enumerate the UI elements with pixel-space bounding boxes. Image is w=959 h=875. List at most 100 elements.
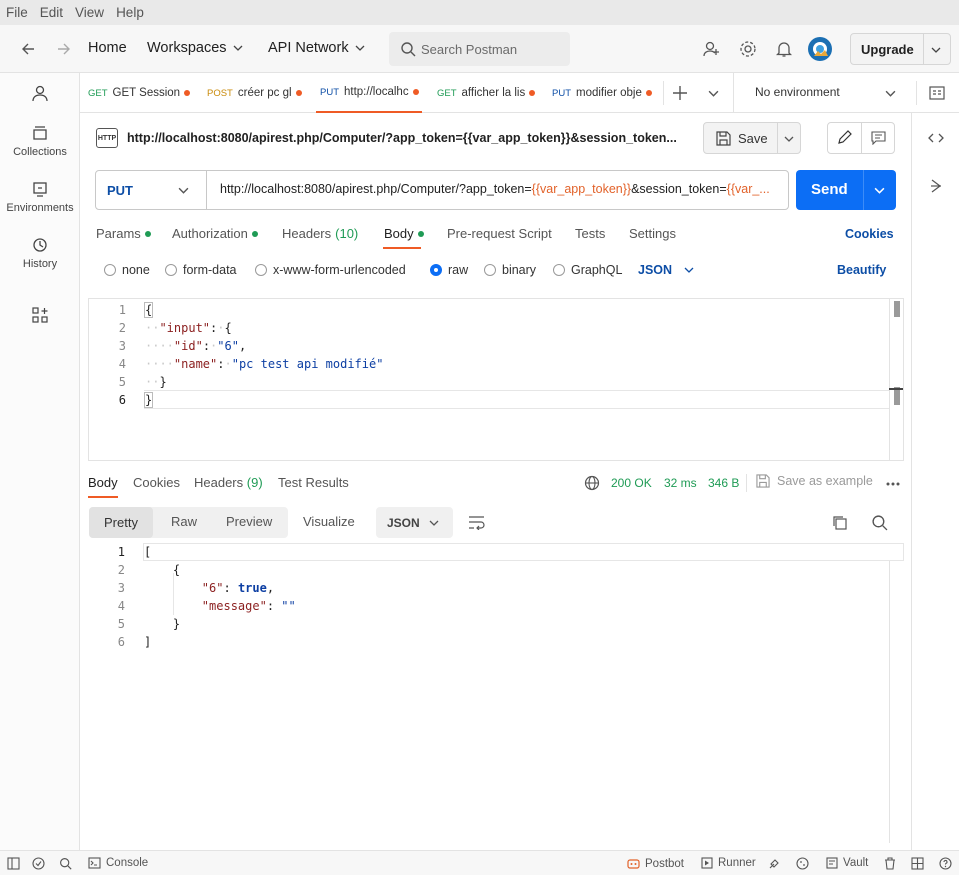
sidebar-item-environments[interactable]: Environments [0, 181, 80, 214]
send-button[interactable]: Send [796, 170, 896, 210]
code-line: "6": true, [201, 581, 275, 595]
sidebar-item-history[interactable]: History [0, 237, 80, 270]
globe-icon[interactable] [584, 475, 600, 491]
trash-icon[interactable] [884, 857, 896, 870]
copy-icon[interactable] [832, 515, 848, 531]
edit-mode-button[interactable] [828, 123, 862, 153]
beautify-link[interactable]: Beautify [837, 263, 886, 277]
view-visualize[interactable]: Visualize [303, 514, 355, 529]
menu-view[interactable]: View [75, 5, 104, 20]
runner-icon [701, 857, 713, 869]
response-size[interactable]: 346 B [708, 476, 739, 490]
tab-get-session[interactable]: GET GET Session [88, 73, 196, 113]
response-tab-body[interactable]: Body [88, 475, 118, 490]
chevron-down-icon[interactable] [784, 134, 794, 144]
tab-creer-pc[interactable]: POST créer pc gl [207, 73, 315, 113]
view-pretty[interactable]: Pretty [89, 507, 153, 538]
find-icon[interactable] [59, 857, 72, 870]
tab-tests[interactable]: Tests [575, 226, 605, 241]
active-dot [144, 230, 151, 237]
cookies-link[interactable]: Cookies [845, 227, 894, 241]
menu-edit[interactable]: Edit [40, 5, 63, 20]
tab-body[interactable]: Body [384, 226, 424, 241]
save-as-example-button[interactable]: Save as example [756, 474, 873, 488]
forward-arrow-icon[interactable] [56, 41, 72, 57]
gear-icon[interactable] [739, 40, 757, 58]
json-key: "message" [201, 599, 267, 613]
help-icon[interactable] [939, 857, 952, 870]
new-tab-plus-icon[interactable] [672, 85, 688, 101]
chevron-down-icon[interactable] [874, 185, 885, 196]
back-arrow-icon[interactable] [20, 41, 36, 57]
related-collections-icon[interactable] [929, 178, 943, 194]
status-code[interactable]: 200 OK [611, 476, 652, 490]
request-body-editor[interactable]: 1 2 3 4 5 6 { ··"input":·{ ····"id":·"6"… [88, 298, 904, 461]
bell-icon[interactable] [776, 40, 792, 58]
tab-params[interactable]: Params [96, 226, 151, 241]
avatar[interactable] [807, 36, 833, 62]
scrollbar-thumb[interactable] [894, 301, 900, 317]
api-network-menu[interactable]: API Network [268, 40, 365, 56]
tab-authorization[interactable]: Authorization [172, 226, 258, 241]
runner-button[interactable]: Runner [701, 857, 756, 869]
save-button[interactable]: Save [703, 122, 801, 154]
search-icon[interactable] [871, 514, 888, 531]
response-tab-cookies[interactable]: Cookies [133, 475, 180, 490]
layout-toggle-icon[interactable] [911, 857, 924, 870]
unsaved-dot [529, 90, 536, 96]
postbot-button[interactable]: Postbot [627, 857, 684, 870]
response-tab-headers[interactable]: Headers (9) [194, 475, 263, 490]
tab-put-localhost[interactable]: PUT http://localhc [316, 73, 422, 113]
request-title[interactable]: http://localhost:8080/apirest.php/Comput… [127, 131, 677, 145]
comments-button[interactable] [863, 123, 895, 153]
chevron-down-icon[interactable] [708, 88, 719, 99]
search-input[interactable]: Search Postman [389, 32, 570, 66]
environment-selector[interactable]: No environment [755, 85, 900, 99]
code-snippet-icon[interactable] [928, 130, 944, 146]
tab-modifier-objet[interactable]: PUT modifier obje [552, 73, 660, 113]
menu-help[interactable]: Help [116, 5, 144, 20]
apps-grid-icon[interactable] [32, 307, 48, 323]
workspaces-menu[interactable]: Workspaces [147, 40, 243, 56]
response-tab-test-results[interactable]: Test Results [278, 475, 349, 490]
active-dot [251, 230, 258, 237]
save-label: Save [738, 131, 768, 146]
format-select[interactable]: JSON [638, 263, 694, 277]
tab-headers[interactable]: Headers (10) [282, 226, 358, 241]
response-time[interactable]: 32 ms [664, 476, 697, 490]
home-link[interactable]: Home [88, 40, 127, 56]
tab-settings[interactable]: Settings [629, 226, 676, 241]
console-button[interactable]: Console [88, 857, 148, 869]
url-input[interactable]: http://localhost:8080/apirest.php/Comput… [220, 182, 784, 196]
response-format-select[interactable]: JSON [376, 507, 453, 538]
view-preview[interactable]: Preview [226, 514, 272, 529]
sidebar-toggle-icon[interactable] [7, 857, 20, 870]
radio-graphql[interactable]: GraphQL [553, 263, 622, 277]
wrap-lines-icon[interactable] [468, 515, 485, 530]
more-options-icon[interactable] [886, 482, 900, 486]
sidebar-item-collections[interactable]: Collections [0, 125, 80, 158]
capture-icon[interactable] [768, 857, 781, 870]
divider [746, 474, 747, 492]
cookies-status-icon[interactable] [796, 857, 809, 870]
view-raw[interactable]: Raw [171, 514, 197, 529]
method-select[interactable]: PUT [96, 171, 207, 209]
radio-form-data[interactable]: form-data [165, 263, 237, 277]
radio-none[interactable]: none [104, 263, 150, 277]
upgrade-button[interactable]: Upgrade [850, 33, 951, 65]
response-body-viewer[interactable]: 1 2 3 4 5 6 [ { "6": true, "message": ""… [88, 543, 904, 843]
tab-label: Headers [282, 226, 332, 241]
radio-urlencoded[interactable]: x-www-form-urlencoded [255, 263, 406, 277]
status-check-icon[interactable] [32, 857, 45, 870]
invite-user-icon[interactable] [703, 40, 721, 58]
tab-prerequest-script[interactable]: Pre-request Script [447, 226, 552, 241]
tab-afficher-liste[interactable]: GET afficher la lis [437, 73, 545, 113]
vault-button[interactable]: Vault [826, 857, 868, 869]
environment-quicklook-icon[interactable] [929, 85, 945, 101]
radio-raw[interactable]: raw [430, 263, 468, 277]
code-line: ····"id":·"6", [145, 339, 247, 353]
menu-file[interactable]: File [6, 5, 28, 20]
chevron-down-icon[interactable] [931, 45, 941, 55]
radio-binary[interactable]: binary [484, 263, 536, 277]
user-icon[interactable] [31, 84, 49, 102]
